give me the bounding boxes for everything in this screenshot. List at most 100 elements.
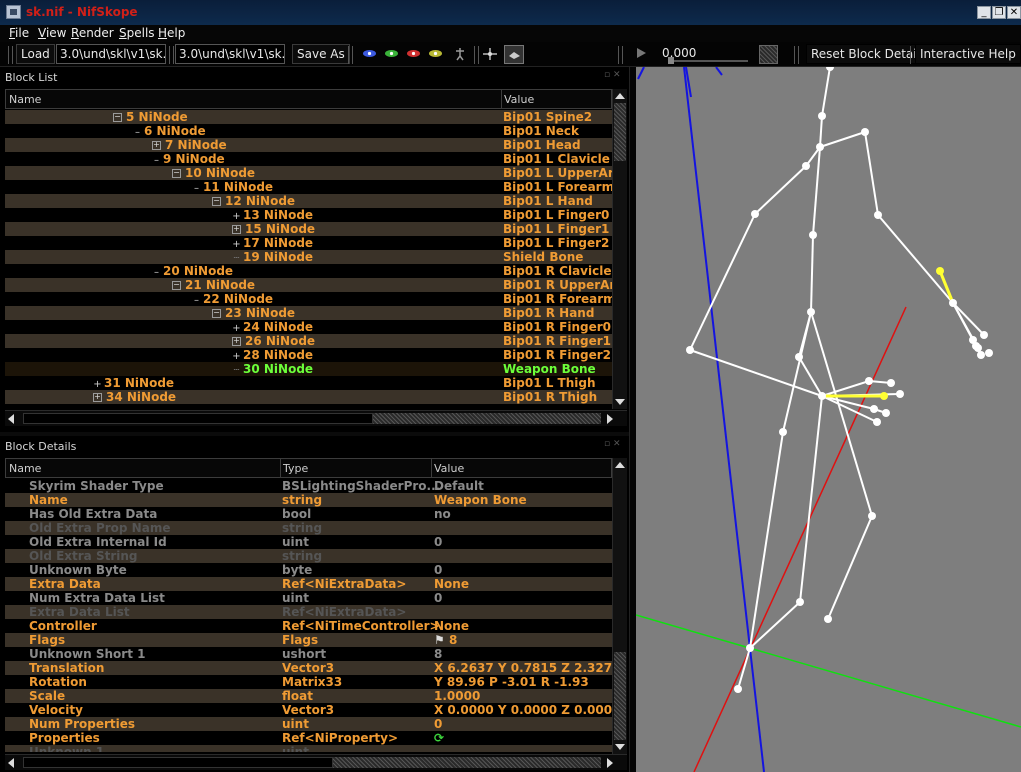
dock-buttons-icon[interactable]: ▫ ✕ [604,439,628,449]
tree-row[interactable]: +31 NiNode Bip01 L Thigh [5,376,612,390]
bone-line[interactable] [877,214,954,304]
collapse-icon[interactable]: − [212,197,221,206]
tree-row[interactable]: –9 NiNode Bip01 L Clavicle [5,152,612,166]
field-value[interactable]: Default [434,479,484,493]
minimize-icon[interactable]: _ [977,6,991,19]
detail-row[interactable]: Old Extra Internal Id uint 0 [5,535,612,549]
scroll-thumb[interactable] [614,652,626,740]
bone-joint[interactable] [824,615,832,623]
column-name[interactable]: Name [9,459,41,478]
expand-icon[interactable]: + [232,225,241,234]
tree-row[interactable]: −10 NiNode Bip01 L UpperArm [5,166,612,180]
field-value[interactable]: ⚑ 8 [434,633,457,647]
bone-joint[interactable] [802,162,810,170]
tree-row[interactable]: +24 NiNode Bip01 R Finger0 [5,320,612,334]
scroll-track[interactable] [23,413,373,424]
scroll-right-icon[interactable] [607,414,613,424]
detail-row[interactable]: Velocity Vector3 X 0.0000 Y 0.0000 Z 0.000… [5,703,612,717]
block-list-tree[interactable]: −5 NiNode Bip01 Spine2–6 NiNode Bip01 Neck… [5,110,612,406]
column-type[interactable]: Type [280,459,308,478]
block-details-hscrollbar[interactable] [5,754,627,770]
bone-joint[interactable] [865,377,873,385]
bone-joint[interactable] [949,299,957,307]
menu-view[interactable]: View [38,26,66,40]
bone-joint[interactable] [870,405,878,413]
bone-joint[interactable] [795,353,803,361]
field-value[interactable]: 1.0000 [434,689,480,703]
selected-bone-joint[interactable] [880,392,888,400]
bone-line[interactable] [754,165,807,215]
loop-icon[interactable] [759,45,778,64]
bone-joint[interactable] [746,644,754,652]
bone-joint[interactable] [816,143,824,151]
field-value[interactable]: ⟳ [434,731,444,745]
tree-row[interactable]: –11 NiNode Bip01 L Forearm [5,180,612,194]
field-value[interactable]: 0 [434,563,442,577]
detail-row[interactable]: Name string Weapon Bone [5,493,612,507]
bone-joint[interactable] [818,392,826,400]
interactive-help-button[interactable]: Interactive Help [915,44,1021,64]
field-value[interactable]: 0 [434,535,442,549]
bone-joint[interactable] [861,128,869,136]
scroll-thumb[interactable] [373,413,601,424]
load-path-field[interactable]: 3.0\und\skl\v1\sk.nif [56,44,166,64]
tree-row[interactable]: +26 NiNode Bip01 R Finger1 [5,334,612,348]
menu-help[interactable]: Help [158,26,185,40]
collapse-icon[interactable]: − [113,113,122,122]
scroll-left-icon[interactable] [8,758,14,768]
bone-joint[interactable] [751,210,759,218]
detail-row[interactable]: Flags Flags ⚑ 8 [5,633,612,647]
block-list-hscrollbar[interactable] [5,410,627,426]
bone-joint[interactable] [972,342,980,350]
detail-row[interactable]: Translation Vector3 X 6.2637 Y 0.7815 Z 2.… [5,661,612,675]
scroll-left-icon[interactable] [8,414,14,424]
eye-yellow-icon[interactable] [428,49,443,58]
tree-row[interactable]: –20 NiNode Bip01 R Clavicle [5,264,612,278]
field-value[interactable]: no [434,507,451,521]
bone-line[interactable] [821,395,878,423]
scroll-thumb[interactable] [333,757,601,768]
bone-line[interactable] [749,431,784,649]
bone-line[interactable] [819,131,866,148]
bone-joint[interactable] [873,418,881,426]
field-value[interactable]: Weapon Bone [434,493,527,507]
block-details-vscrollbar[interactable] [612,458,627,754]
detail-row[interactable]: Skyrim Shader Type BSLightingShaderPro...… [5,479,612,493]
scroll-thumb[interactable] [614,103,626,161]
bone-joint[interactable] [686,346,694,354]
detail-row[interactable]: Controller Ref<NiTimeController> None [5,619,612,633]
bone-line[interactable] [819,115,823,148]
menu-file[interactable]: File [9,26,29,40]
tree-row[interactable]: ┄ 30 NiNode Weapon Bone [5,362,612,376]
field-value[interactable]: X 6.2637 Y 0.7815 Z 2.3277 [434,661,612,675]
axes-icon[interactable] [482,47,498,61]
field-value[interactable]: X 0.0000 Y 0.0000 Z 0.0000 [434,703,612,717]
close-icon[interactable]: ✕ [1007,6,1021,19]
save-path-field[interactable]: 3.0\und\skl\v1\sk.nif [175,44,285,64]
bone-line[interactable] [864,131,879,216]
field-value[interactable]: 0 [434,717,442,731]
tree-row[interactable]: –22 NiNode Bip01 R Forearm [5,292,612,306]
scroll-down-icon[interactable] [615,744,625,750]
menu-spells[interactable]: Spells [119,26,155,40]
toolbar-grip[interactable] [8,46,13,64]
field-value[interactable]: 8 [434,647,442,661]
main-splitter[interactable] [629,67,636,772]
detail-row[interactable]: Extra Data List Ref<NiExtraData> [5,605,612,619]
bone-joint[interactable] [779,428,787,436]
scroll-up-icon[interactable] [615,462,625,468]
bone-joint[interactable] [980,331,988,339]
skeleton-icon[interactable] [454,47,466,61]
detail-row[interactable]: Unknown Byte byte 0 [5,563,612,577]
scroll-right-icon[interactable] [607,758,613,768]
selected-bone-joint[interactable] [936,267,944,275]
bone-joint[interactable] [807,308,815,316]
scroll-down-icon[interactable] [615,399,625,405]
tree-row[interactable]: ┄ 19 NiNode Shield Bone [5,250,612,264]
bone-line[interactable] [821,67,831,117]
bone-joint[interactable] [809,231,817,239]
bone-joint[interactable] [985,349,993,357]
field-value[interactable]: None [434,577,469,591]
menu-render[interactable]: Render [71,26,114,40]
bone-joint[interactable] [818,112,826,120]
